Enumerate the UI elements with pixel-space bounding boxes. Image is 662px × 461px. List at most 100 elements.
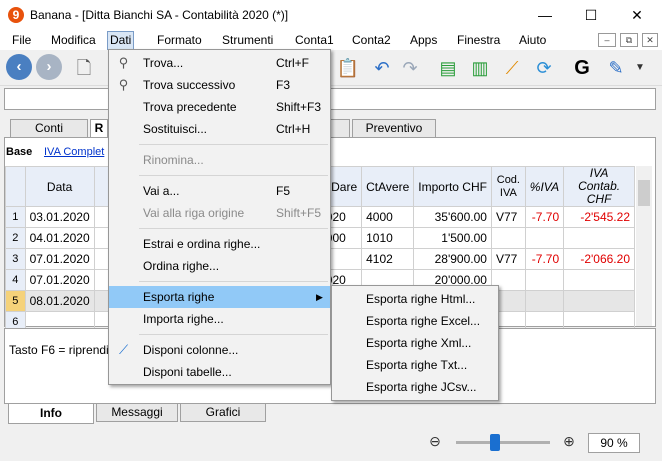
cell-importo[interactable]: 35'600.00	[413, 206, 492, 228]
cell-data[interactable]: 07.01.2020	[24, 269, 95, 291]
window-title: Banana - [Ditta Bianchi SA - Contabilità…	[30, 8, 289, 22]
menu-item-estrai[interactable]: Estrai e ordina righe...	[109, 233, 330, 255]
undo-icon[interactable]: ↶	[370, 56, 394, 80]
menu-formato[interactable]: Formato	[155, 32, 204, 49]
menu-item-label: Disponi colonne...	[143, 343, 239, 357]
menu-apps[interactable]: Apps	[408, 32, 439, 49]
zoom-in-icon[interactable]: ⊕	[560, 432, 578, 450]
cell-pctiva[interactable]: -7.70	[524, 248, 565, 270]
close-button[interactable]: ✕	[614, 0, 660, 30]
col-header-importo[interactable]: Importo CHF	[413, 166, 492, 207]
menu-item-ordina[interactable]: Ordina righe...	[109, 255, 330, 277]
menu-item-trova[interactable]: ⚲ Trova... Ctrl+F	[109, 52, 330, 74]
scrollbar-thumb[interactable]	[638, 180, 650, 206]
cell-data[interactable]: 04.01.2020	[24, 227, 95, 249]
column-setup-icon[interactable]: ⟋	[500, 56, 524, 80]
cell-ctavere[interactable]: 4102	[361, 248, 415, 270]
mdi-restore-button[interactable]: ⧉	[620, 33, 638, 47]
cell-ctavere[interactable]: 1010	[361, 227, 415, 249]
forward-arrow-icon[interactable]: ›	[36, 54, 62, 80]
menu-modifica[interactable]: Modifica	[49, 32, 98, 49]
menu-item-label: Importa righe...	[143, 312, 224, 326]
submenu-item-xml[interactable]: Esporta righe Xml...	[332, 332, 498, 354]
back-arrow-icon[interactable]: ‹	[6, 54, 32, 80]
recalculate-icon[interactable]: ⟳	[532, 56, 556, 80]
zoom-out-icon[interactable]: ⊖	[426, 432, 444, 450]
insert-row-icon[interactable]: ▤	[436, 56, 460, 80]
zoom-slider-thumb[interactable]	[490, 434, 500, 451]
menu-item-label: Trova successivo	[143, 78, 236, 92]
menu-aiuto[interactable]: Aiuto	[517, 32, 548, 49]
row-number: 4	[5, 269, 26, 291]
col-header-pctiva[interactable]: %IVA	[524, 166, 565, 207]
col-header-data[interactable]: Data	[24, 166, 95, 207]
menu-item-shortcut: Shift+F5	[276, 206, 322, 220]
menu-conta1[interactable]: Conta1	[293, 32, 336, 49]
chevron-down-icon[interactable]: ▼	[628, 56, 652, 80]
cell-pctiva[interactable]	[524, 290, 565, 312]
zoom-level[interactable]: 90 %	[588, 433, 640, 453]
cell-data[interactable]: 08.01.2020	[24, 290, 95, 312]
mdi-close-button[interactable]: ✕	[642, 33, 658, 47]
cell-ctavere[interactable]: 4000	[361, 206, 415, 228]
row-number: 5	[5, 290, 26, 312]
cell-pctiva[interactable]	[524, 227, 565, 249]
menu-item-disponi-colonne[interactable]: ⟋ Disponi colonne...	[109, 339, 330, 361]
cell-data[interactable]: 07.01.2020	[24, 248, 95, 270]
cell-codiva[interactable]: V77	[490, 206, 526, 228]
menu-conta2[interactable]: Conta2	[350, 32, 393, 49]
col-header-ctavere[interactable]: CtAvere	[361, 166, 415, 207]
cell-pctiva[interactable]	[524, 269, 565, 291]
row-number: 2	[5, 227, 26, 249]
view-link-iva-completa[interactable]: IVA Complet	[44, 146, 104, 158]
menu-item-importa[interactable]: Importa righe...	[109, 308, 330, 330]
tab-messaggi[interactable]: Messaggi	[96, 404, 178, 422]
cell-importo[interactable]: 1'500.00	[413, 227, 492, 249]
highlight-pen-icon[interactable]: ✎	[604, 56, 628, 80]
menu-dati[interactable]: Dati	[107, 31, 135, 50]
mdi-minimize-button[interactable]: –	[598, 33, 616, 47]
tab-conti[interactable]: Conti	[10, 119, 88, 137]
menu-item-trova-successivo[interactable]: ⚲ Trova successivo F3	[109, 74, 330, 96]
cell-ivacontab[interactable]	[563, 269, 635, 291]
new-document-icon[interactable]: 🗋	[72, 56, 96, 80]
tab-info[interactable]: Info	[8, 404, 94, 424]
menu-finestra[interactable]: Finestra	[455, 32, 502, 49]
delete-row-icon[interactable]: ▥	[468, 56, 492, 80]
cell-ivacontab[interactable]	[563, 227, 635, 249]
col-header-codiva[interactable]: Cod. IVA	[490, 166, 526, 207]
zoom-slider[interactable]	[456, 441, 550, 444]
cell-pctiva[interactable]: -7.70	[524, 206, 565, 228]
cell-ivacontab[interactable]: -2'066.20	[563, 248, 635, 270]
menu-item-vai-a[interactable]: Vai a... F5	[109, 180, 330, 202]
menu-item-sostituisci[interactable]: Sostituisci... Ctrl+H	[109, 118, 330, 140]
tab-grafici[interactable]: Grafici	[180, 404, 266, 422]
menu-strumenti[interactable]: Strumenti	[220, 32, 275, 49]
paste-icon[interactable]: 📋	[336, 56, 360, 80]
bold-icon[interactable]: G	[570, 56, 594, 80]
menu-item-label: Vai a...	[143, 184, 180, 198]
maximize-button[interactable]: ☐	[568, 0, 614, 30]
cell-data[interactable]: 03.01.2020	[24, 206, 95, 228]
cell-importo[interactable]: 28'900.00	[413, 248, 492, 270]
tab-preventivo[interactable]: Preventivo	[352, 119, 436, 137]
cell-ivacontab[interactable]	[563, 290, 635, 312]
submenu-item-html[interactable]: Esporta righe Html...	[332, 288, 498, 310]
cell-codiva[interactable]: V77	[490, 248, 526, 270]
menu-item-esporta[interactable]: Esporta righe ▶	[109, 286, 330, 308]
menu-item-label: Estrai e ordina righe...	[143, 237, 261, 251]
submenu-item-txt[interactable]: Esporta righe Txt...	[332, 354, 498, 376]
tab-registrazioni[interactable]: R	[90, 119, 108, 137]
menu-file[interactable]: File	[10, 32, 33, 49]
col-header-ivacontab[interactable]: IVA Contab. CHF	[563, 166, 635, 207]
menu-separator	[139, 144, 328, 145]
cell-ivacontab[interactable]: -2'545.22	[563, 206, 635, 228]
menu-item-disponi-tabelle[interactable]: Disponi tabelle...	[109, 361, 330, 383]
submenu-item-excel[interactable]: Esporta righe Excel...	[332, 310, 498, 332]
menu-item-trova-precedente[interactable]: Trova precedente Shift+F3	[109, 96, 330, 118]
cell-codiva[interactable]	[490, 227, 526, 249]
minimize-button[interactable]: —	[522, 0, 568, 30]
submenu-item-jcsv[interactable]: Esporta righe JCsv...	[332, 376, 498, 398]
redo-icon[interactable]: ↷	[398, 56, 422, 80]
tab-hidden[interactable]	[330, 119, 350, 137]
